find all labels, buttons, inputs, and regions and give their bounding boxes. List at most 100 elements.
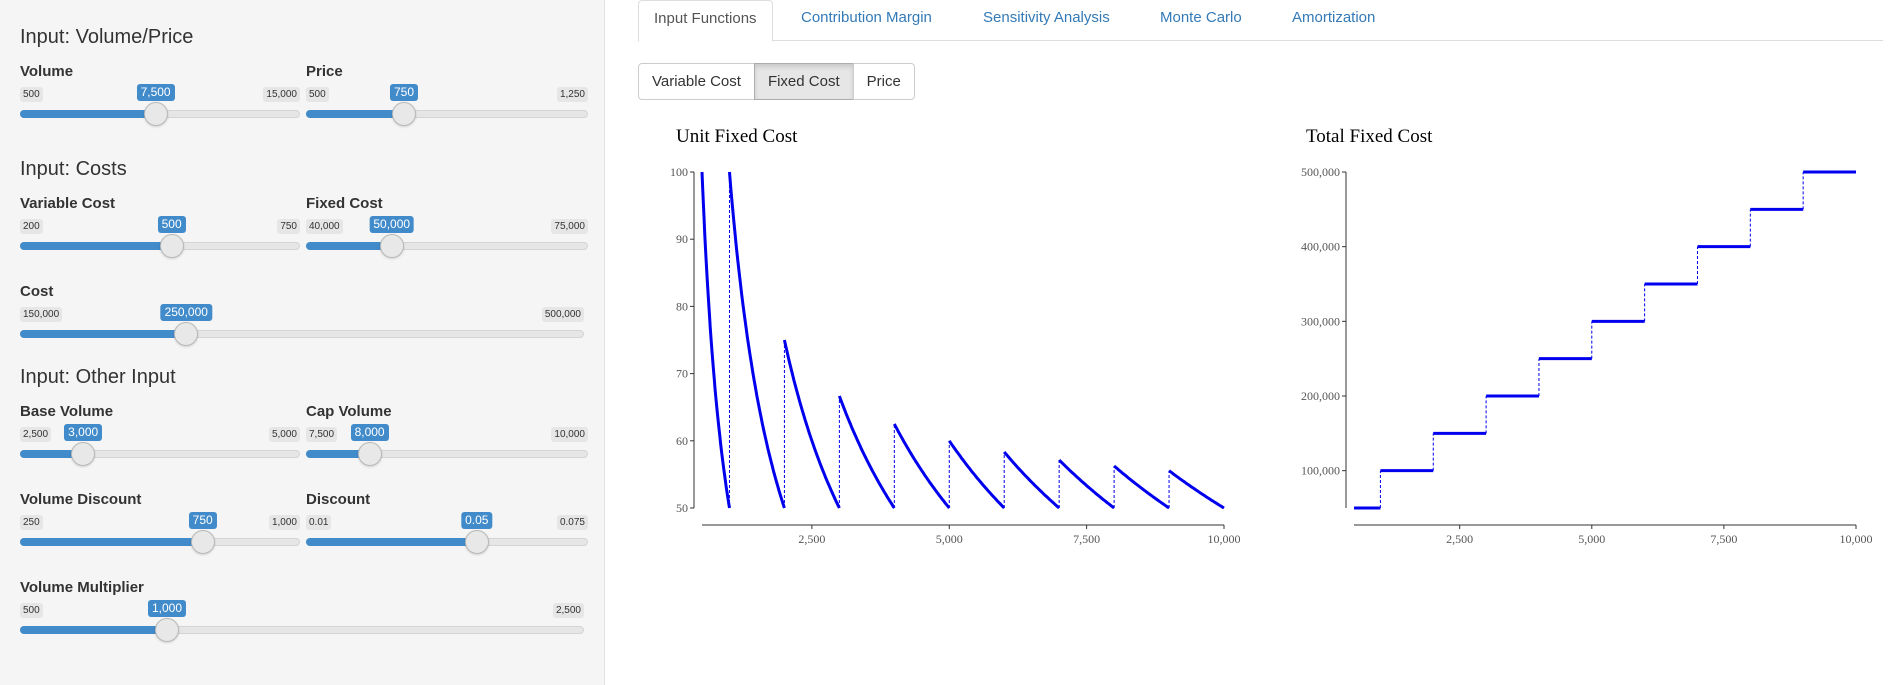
x-tick-label: 10,000 xyxy=(1840,532,1873,546)
slider-value-label: 500 xyxy=(157,216,186,233)
x-tick-label: 5,000 xyxy=(1578,532,1605,546)
slider-value-label: 750 xyxy=(188,512,217,529)
slider-min-label: 7,500 xyxy=(306,427,338,442)
volume-discount-slider[interactable]: Volume Discount 250 1,000 750 xyxy=(20,491,300,571)
x-tick-label: 7,500 xyxy=(1710,532,1737,546)
discount-slider[interactable]: Discount 0.01 0.075 0.05 xyxy=(306,491,588,571)
section-title-volume-price: Input: Volume/Price xyxy=(20,26,194,48)
price-button[interactable]: Price xyxy=(852,63,915,100)
slider-label: Cost xyxy=(20,283,54,300)
unit-cost-segment xyxy=(892,423,951,509)
unit-cost-segment xyxy=(1003,451,1061,510)
unit-cost-segment xyxy=(837,395,896,509)
slider-fill xyxy=(20,242,172,250)
main-panel: Input Functions Contribution Margin Sens… xyxy=(606,0,1903,685)
unit-cost-segment xyxy=(948,439,1006,510)
slider-handle[interactable] xyxy=(143,102,168,126)
slider-value-label: 750 xyxy=(389,84,418,101)
total-fixed-cost-chart: 100,000 200,000 300,000 400,000 500,000 2,500… xyxy=(1301,165,1873,546)
x-tick-label: 2,500 xyxy=(1446,532,1473,546)
y-tick-label: 200,000 xyxy=(1301,389,1340,403)
y-tick-label: 100,000 xyxy=(1301,464,1340,478)
slider-handle[interactable] xyxy=(71,442,96,466)
y-tick-label: 100 xyxy=(670,165,688,179)
slider-min-label: 2,500 xyxy=(20,427,52,442)
app-window: Input: Volume/Price Input: Costs Input: … xyxy=(0,0,1903,685)
unit-cost-segment xyxy=(1113,464,1170,510)
variable-cost-button[interactable]: Variable Cost xyxy=(638,63,755,100)
x-tick-label: 2,500 xyxy=(798,532,825,546)
slider-fill xyxy=(20,626,167,634)
y-tick-label: 70 xyxy=(676,367,688,381)
price-slider[interactable]: Price 500 1,250 750 xyxy=(306,63,588,143)
tab-sensitivity-analysis[interactable]: Sensitivity Analysis xyxy=(968,0,1125,41)
slider-value-label: 7,500 xyxy=(136,84,175,101)
slider-min-label: 500 xyxy=(20,87,43,102)
slider-max-label: 75,000 xyxy=(551,219,588,234)
x-tick-label: 10,000 xyxy=(1208,532,1241,546)
slider-label: Variable Cost xyxy=(20,195,116,212)
y-tick-label: 500,000 xyxy=(1301,165,1340,179)
slider-max-label: 10,000 xyxy=(551,427,588,442)
slider-min-label: 200 xyxy=(20,219,43,234)
tab-bar: Input Functions Contribution Margin Sens… xyxy=(638,0,1883,42)
y-tick-label: 90 xyxy=(676,232,688,246)
fixed-cost-slider[interactable]: Fixed Cost 40,000 75,000 50,000 xyxy=(306,195,588,275)
fixed-cost-button[interactable]: Fixed Cost xyxy=(753,63,854,100)
tab-amortization[interactable]: Amortization xyxy=(1277,0,1390,41)
slider-fill xyxy=(20,330,187,338)
slider-min-label: 0.01 xyxy=(306,515,332,530)
unit-fixed-cost-title: Unit Fixed Cost xyxy=(676,126,798,147)
slider-min-label: 250 xyxy=(20,515,43,530)
volume-slider[interactable]: Volume 500 15,000 7,500 xyxy=(20,63,300,143)
x-tick-label: 7,500 xyxy=(1073,532,1100,546)
slider-value-label: 3,000 xyxy=(64,424,103,441)
slider-label: Volume Discount xyxy=(20,491,142,508)
y-tick-label: 50 xyxy=(676,501,688,515)
slider-label: Fixed Cost xyxy=(306,195,383,212)
slider-max-label: 15,000 xyxy=(263,87,300,102)
slider-label: Volume Multiplier xyxy=(20,579,144,596)
tab-monte-carlo[interactable]: Monte Carlo xyxy=(1145,0,1257,41)
slider-value-label: 0.05 xyxy=(461,512,493,529)
slider-max-label: 500,000 xyxy=(541,307,584,322)
unit-cost-segment xyxy=(1168,469,1225,510)
slider-min-label: 150,000 xyxy=(20,307,63,322)
volume-multiplier-slider[interactable]: Volume Multiplier 500 2,500 1,000 xyxy=(20,579,584,659)
slider-handle[interactable] xyxy=(174,322,199,346)
unit-cost-segment xyxy=(700,171,731,509)
slider-handle[interactable] xyxy=(464,530,489,554)
slider-min-label: 500 xyxy=(20,603,43,618)
slider-handle[interactable] xyxy=(155,618,179,642)
slider-handle[interactable] xyxy=(391,102,416,126)
slider-handle[interactable] xyxy=(379,234,404,258)
slider-label: Price xyxy=(306,63,343,80)
y-tick-label: 60 xyxy=(676,434,688,448)
cap-volume-slider[interactable]: Cap Volume 7,500 10,000 8,000 xyxy=(306,403,588,483)
base-volume-slider[interactable]: Base Volume 2,500 5,000 3,000 xyxy=(20,403,300,483)
x-tick-label: 5,000 xyxy=(936,532,963,546)
slider-label: Volume xyxy=(20,63,74,80)
slider-label: Base Volume xyxy=(20,403,114,420)
slider-fill xyxy=(306,538,477,546)
unit-fixed-cost-chart: 50 60 70 80 90 100 2,500 5,000 7,500 10,000 xyxy=(670,165,1241,546)
y-tick-label: 300,000 xyxy=(1301,314,1340,328)
slider-handle[interactable] xyxy=(159,234,184,258)
unit-cost-segment xyxy=(1058,458,1116,510)
tab-input-functions[interactable]: Input Functions xyxy=(638,0,773,42)
slider-handle[interactable] xyxy=(357,442,382,466)
slider-min-label: 40,000 xyxy=(306,219,343,234)
slider-fill xyxy=(20,538,203,546)
slider-max-label: 2,500 xyxy=(552,603,584,618)
cost-slider[interactable]: Cost 150,000 500,000 250,000 xyxy=(20,283,584,363)
section-title-costs: Input: Costs xyxy=(20,158,127,180)
slider-value-label: 250,000 xyxy=(160,304,212,321)
slider-fill xyxy=(306,110,404,118)
variable-cost-slider[interactable]: Variable Cost 200 750 500 xyxy=(20,195,300,275)
unit-cost-segment xyxy=(782,339,841,509)
slider-value-label: 1,000 xyxy=(147,600,187,617)
slider-handle[interactable] xyxy=(190,530,215,554)
y-tick-label: 80 xyxy=(676,299,688,313)
tab-contribution-margin[interactable]: Contribution Margin xyxy=(786,0,947,41)
sidebar-panel: Input: Volume/Price Input: Costs Input: … xyxy=(0,0,605,685)
